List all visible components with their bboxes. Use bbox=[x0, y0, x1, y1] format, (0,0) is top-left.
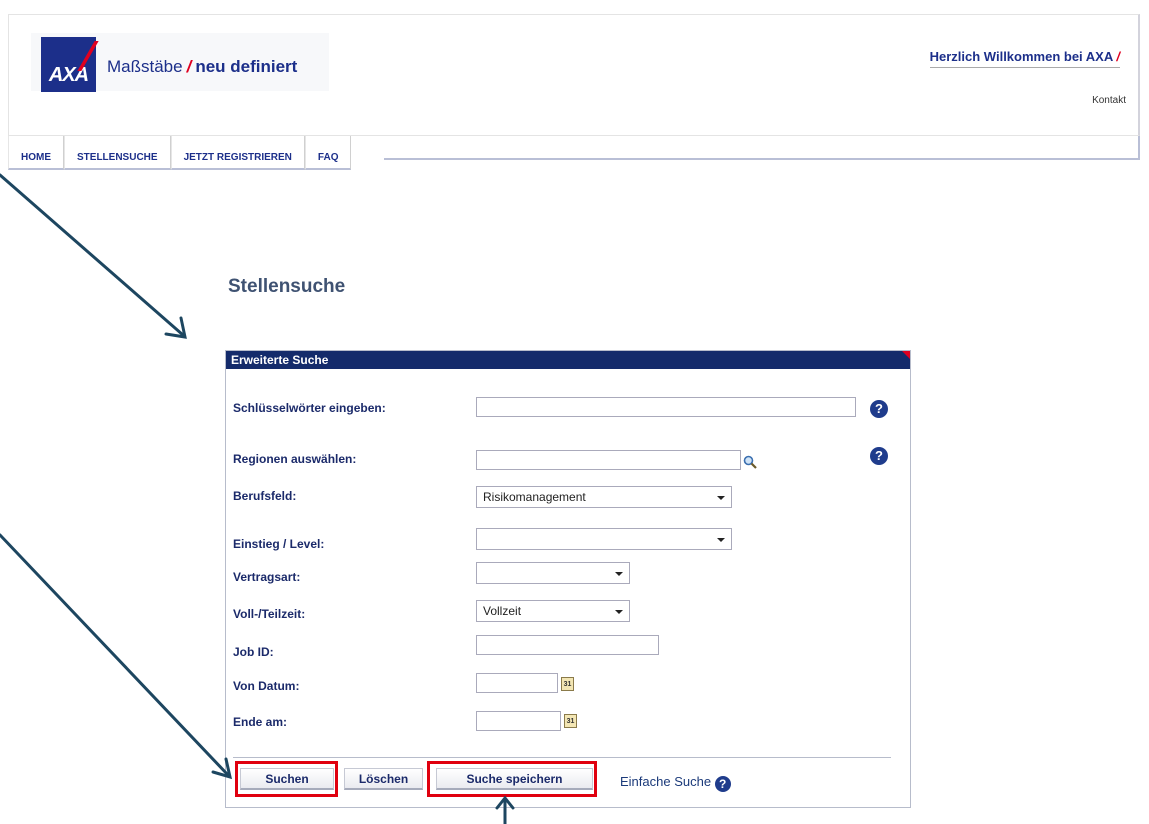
arrow-to-search-button bbox=[0, 533, 230, 777]
arrow-to-title bbox=[0, 173, 185, 337]
page: AXA Maßstäbe / neu definiert Herzlich Will… bbox=[0, 0, 1149, 824]
annotation-arrows bbox=[0, 173, 515, 824]
